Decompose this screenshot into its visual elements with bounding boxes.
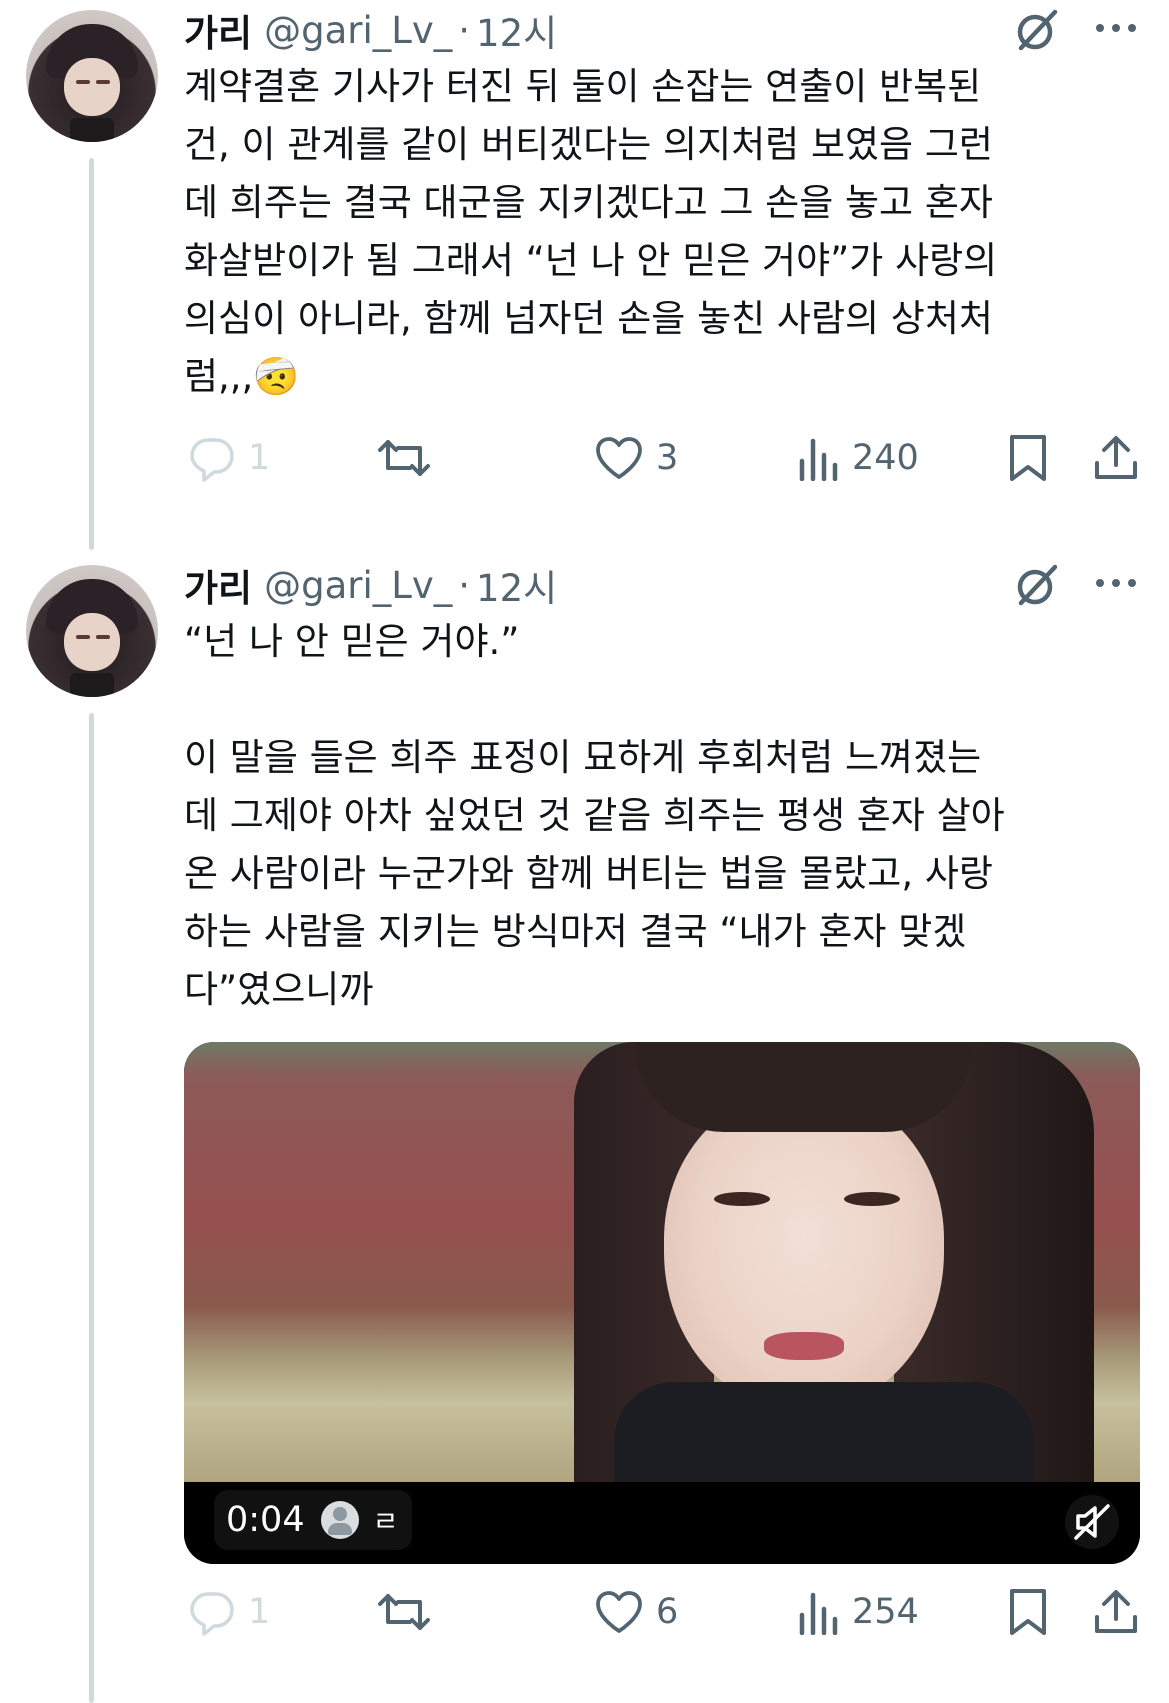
retweet-button[interactable] xyxy=(376,428,444,488)
tweet-2[interactable]: 가리 @gari_Lv_ · 12시 “넌 나 안 믿은 거야.” 이 말을 들… xyxy=(0,555,1169,1703)
like-icon xyxy=(596,437,642,479)
share-icon xyxy=(1095,436,1137,479)
bookmark-button[interactable] xyxy=(1006,1582,1050,1642)
tweet-1[interactable]: 가리 @gari_Lv_ · 12시 계약결혼 기사가 터진 뒤 둘이 손잡는 … xyxy=(0,0,1169,560)
action-bar: 1 3 240 xyxy=(184,428,1144,488)
reply-button[interactable]: 1 xyxy=(188,1582,270,1642)
timestamp[interactable]: 12시 xyxy=(476,3,557,57)
video-player[interactable]: 0:04 ㄹ xyxy=(184,1042,1140,1564)
tweet-header: 가리 @gari_Lv_ · 12시 xyxy=(184,563,557,611)
action-bar: 1 6 254 xyxy=(184,1582,1144,1642)
views-count: 240 xyxy=(852,438,919,478)
bookmark-button[interactable] xyxy=(1006,428,1050,488)
reply-count: 1 xyxy=(248,1592,271,1632)
grok-icon[interactable] xyxy=(1013,561,1061,609)
retweet-icon xyxy=(378,440,430,476)
avatar[interactable] xyxy=(26,565,158,697)
tweet-header: 가리 @gari_Lv_ · 12시 xyxy=(184,8,557,56)
views-button[interactable]: 254 xyxy=(796,1582,919,1642)
thread-line xyxy=(89,713,94,1703)
views-icon xyxy=(799,1592,838,1635)
views-icon xyxy=(799,438,838,481)
bookmark-icon xyxy=(1010,435,1046,481)
share-button[interactable] xyxy=(1092,1582,1140,1642)
grok-icon[interactable] xyxy=(1013,6,1061,54)
retweet-icon xyxy=(378,1594,430,1630)
like-count: 3 xyxy=(656,438,679,478)
video-duration: 0:04 xyxy=(226,1500,305,1540)
author-name[interactable]: 가리 xyxy=(184,3,252,57)
mute-icon[interactable] xyxy=(1064,1494,1120,1550)
like-button[interactable]: 6 xyxy=(594,1582,678,1642)
share-icon xyxy=(1095,1590,1137,1633)
views-button[interactable]: 240 xyxy=(796,428,919,488)
reply-button[interactable]: 1 xyxy=(188,428,270,488)
user-icon xyxy=(320,1501,359,1539)
separator-dot: · xyxy=(458,8,471,52)
like-count: 6 xyxy=(656,1592,679,1632)
like-icon xyxy=(596,1591,642,1633)
more-icon[interactable] xyxy=(1092,573,1140,593)
avatar[interactable] xyxy=(26,10,158,142)
reply-icon xyxy=(190,438,234,482)
author-handle[interactable]: @gari_Lv_ xyxy=(264,9,452,52)
retweet-button[interactable] xyxy=(376,1582,444,1642)
like-button[interactable]: 3 xyxy=(594,428,678,488)
timestamp[interactable]: 12시 xyxy=(476,558,557,612)
share-button[interactable] xyxy=(1092,428,1140,488)
more-icon[interactable] xyxy=(1092,18,1140,38)
video-caption-label: ㄹ xyxy=(372,1505,399,1538)
reply-icon xyxy=(190,1592,234,1636)
tweet-text: “넌 나 안 믿은 거야.” 이 말을 들은 희주 표정이 묘하게 후회처럼 느… xyxy=(184,620,1005,1011)
tweet-text: 계약결혼 기사가 터진 뒤 둘이 손잡는 연출이 반복된 건, 이 관계를 같이… xyxy=(184,65,998,398)
reply-count: 1 xyxy=(248,438,271,478)
bookmark-icon xyxy=(1010,1589,1046,1635)
views-count: 254 xyxy=(852,1592,919,1632)
author-name[interactable]: 가리 xyxy=(184,558,252,612)
video-frame xyxy=(184,1042,1140,1482)
separator-dot: · xyxy=(458,563,471,607)
author-handle[interactable]: @gari_Lv_ xyxy=(264,564,452,607)
thread-line xyxy=(89,158,94,550)
video-timer: 0:04 ㄹ xyxy=(214,1490,413,1550)
